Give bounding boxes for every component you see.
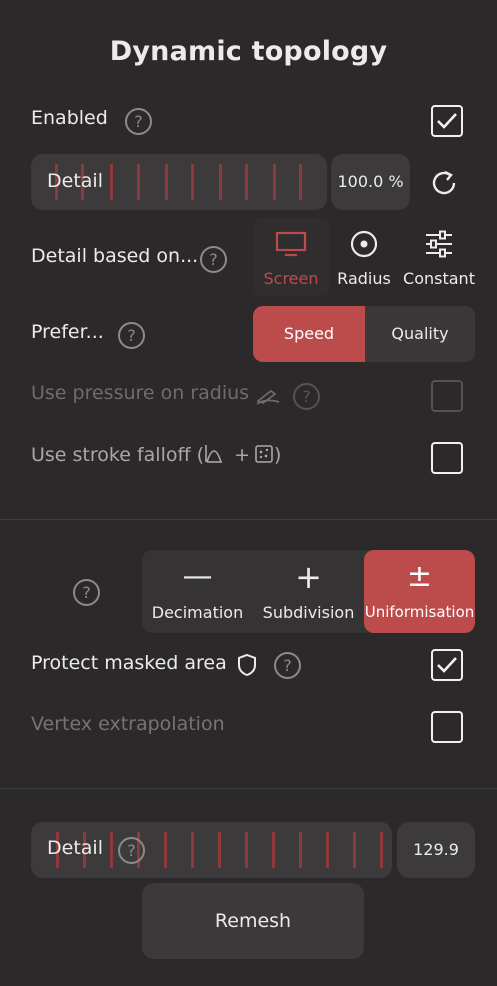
help-icon[interactable]: ?	[293, 383, 320, 410]
prefer-label: Prefer...	[31, 321, 104, 343]
section-divider	[0, 788, 497, 789]
help-icon[interactable]: ?	[200, 246, 227, 273]
protect-masked-checkbox[interactable]	[431, 649, 463, 681]
mode-uniformisation-label: Uniformisation	[364, 603, 475, 621]
target-icon	[350, 230, 378, 258]
enabled-checkbox[interactable]	[431, 105, 463, 137]
mode-subdivision-button[interactable]: + Subdivision	[253, 550, 364, 633]
use-stroke-falloff-checkbox[interactable]	[431, 442, 463, 474]
alpha-texture-icon	[255, 445, 273, 463]
mode-decimation-label: Decimation	[151, 603, 244, 622]
option-screen-label: Screen	[263, 269, 319, 288]
detail-value-field[interactable]: 100.0 %	[331, 154, 410, 210]
reset-icon[interactable]	[428, 166, 462, 200]
topology-mode-control[interactable]: — Decimation + Subdivision ± Uniformisat…	[142, 550, 475, 633]
use-stroke-falloff-label: Use stroke falloff ( +)	[31, 444, 281, 466]
plus-minus-icon: ±	[406, 559, 433, 594]
help-icon[interactable]: ?	[125, 108, 152, 135]
detail-slider-label: Detail	[47, 170, 103, 192]
detail-based-on-label: Detail based on...	[31, 245, 199, 267]
protect-masked-label: Protect masked area	[31, 652, 227, 674]
monitor-icon	[275, 231, 307, 257]
remesh-detail-slider[interactable]: Detail ?	[31, 822, 392, 878]
option-radius-label: Radius	[337, 269, 391, 288]
option-constant-label: Constant	[403, 269, 475, 288]
mode-subdivision-label: Subdivision	[262, 603, 355, 622]
help-icon[interactable]: ?	[274, 652, 301, 679]
use-pressure-checkbox[interactable]	[431, 380, 463, 412]
plus-icon: +	[295, 558, 322, 596]
help-icon[interactable]: ?	[118, 837, 145, 864]
prefer-speed-button[interactable]: Speed	[253, 306, 365, 362]
checkmark-icon	[437, 113, 457, 129]
falloff-curve-icon	[205, 445, 223, 463]
prefer-quality-button[interactable]: Quality	[365, 306, 475, 362]
mode-uniformisation-button[interactable]: ± Uniformisation	[364, 550, 475, 633]
stroke-falloff-text: Use stroke falloff (	[31, 444, 205, 466]
remesh-detail-label: Detail	[47, 837, 103, 859]
help-icon[interactable]: ?	[73, 579, 100, 606]
remesh-button[interactable]: Remesh	[142, 883, 364, 959]
plus-symbol: +	[234, 444, 250, 466]
mode-decimation-button[interactable]: — Decimation	[142, 550, 253, 633]
sliders-icon	[426, 230, 452, 258]
option-screen[interactable]: Screen	[253, 218, 329, 296]
minus-icon: —	[182, 559, 213, 594]
option-radius[interactable]: Radius	[332, 218, 396, 296]
use-pressure-label: Use pressure on radius	[31, 382, 250, 404]
checkmark-icon	[437, 657, 457, 673]
option-constant[interactable]: Constant	[400, 218, 478, 296]
shield-icon	[236, 653, 258, 677]
prefer-segmented-control[interactable]: Speed Quality	[253, 306, 475, 362]
vertex-extrapolation-label: Vertex extrapolation	[31, 713, 225, 735]
help-icon[interactable]: ?	[118, 322, 145, 349]
vertex-extrapolation-checkbox[interactable]	[431, 711, 463, 743]
enabled-label: Enabled	[31, 107, 108, 129]
remesh-detail-value-field[interactable]: 129.9	[397, 822, 475, 878]
pen-icon	[255, 386, 281, 406]
panel-title: Dynamic topology	[109, 36, 388, 67]
close-paren: )	[273, 444, 282, 466]
section-divider	[0, 519, 497, 520]
detail-slider[interactable]: Detail	[31, 154, 327, 210]
